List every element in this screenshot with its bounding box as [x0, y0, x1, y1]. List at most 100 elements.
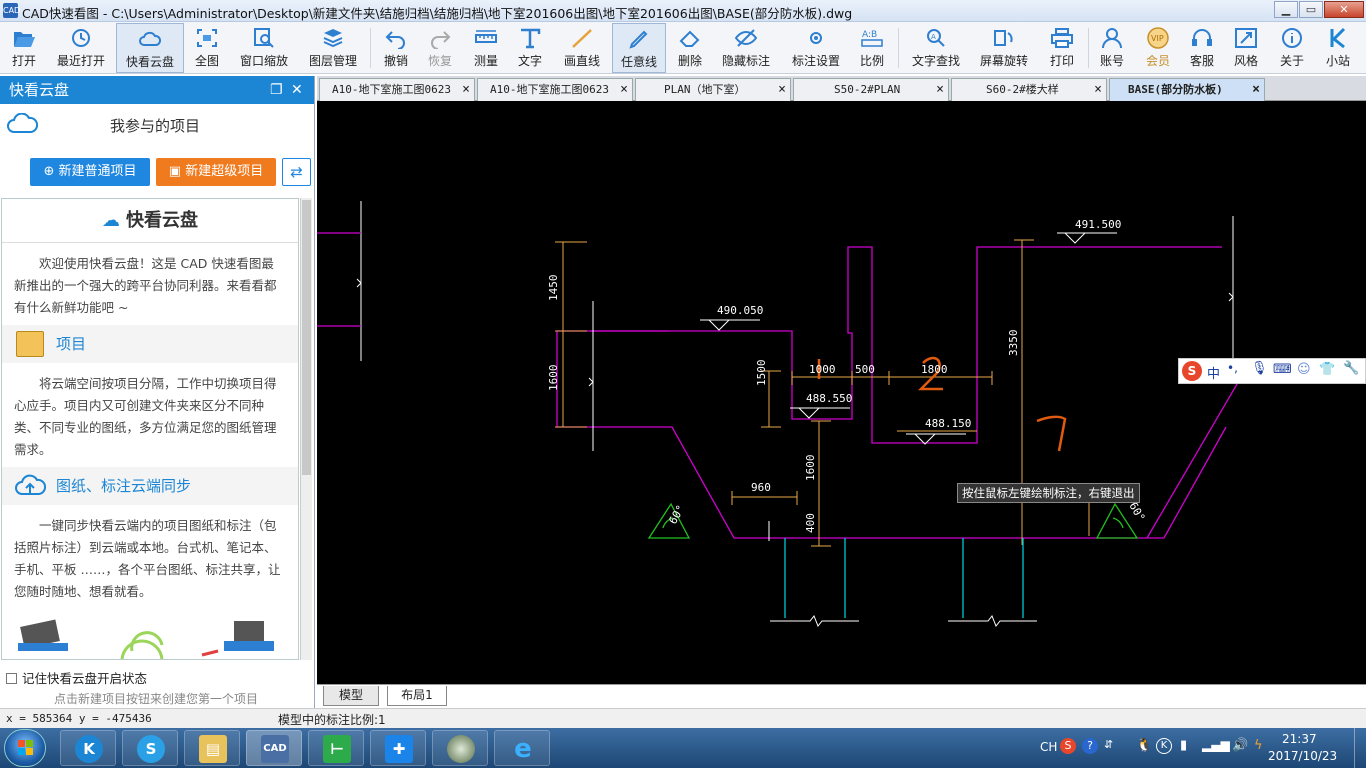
- qq-icon[interactable]: 🐧: [1136, 738, 1152, 753]
- sync-icon[interactable]: ⇄: [282, 158, 311, 186]
- taskbar-cad[interactable]: CAD: [246, 730, 302, 766]
- style-button[interactable]: 风格: [1228, 23, 1264, 73]
- ime-toolbar[interactable]: S 中 •, 🎙 ⌨ ☺ 👕 🔧: [1178, 358, 1366, 384]
- taskbar-explorer[interactable]: ▤: [184, 730, 240, 766]
- cad-viewport[interactable]: A10-地下室施工图0623 × A10-地下室施工图0623 × PLAN（地下室…: [317, 76, 1366, 708]
- text-button[interactable]: 文字: [512, 23, 548, 73]
- printer-icon: [1051, 28, 1073, 48]
- taskbar-app-green[interactable]: ⊢: [308, 730, 364, 766]
- restore-panel-icon[interactable]: ❐: [270, 76, 283, 104]
- tab-drawing-2[interactable]: A10-地下室施工图0623 ×: [477, 78, 633, 101]
- undo-button[interactable]: 撤销: [378, 23, 414, 73]
- punctuation-icon[interactable]: •,: [1227, 361, 1238, 375]
- sogou-tray-icon[interactable]: S: [1060, 738, 1076, 754]
- cloud-panel: 快看云盘 ❐ ✕ 我参与的项目 ⊕ 新建普通项目 ▣ 新建超级项目 ⇄ ☁ 快看云…: [0, 76, 315, 708]
- eye-hide-icon: [734, 29, 758, 47]
- draw-line-button[interactable]: 画直线: [560, 23, 604, 73]
- tab-drawing-6[interactable]: BASE(部分防水板) ×: [1109, 78, 1265, 101]
- devices-illustration: [2, 611, 298, 659]
- tab-model[interactable]: 模型: [323, 686, 379, 706]
- new-super-project-button[interactable]: ▣ 新建超级项目: [156, 158, 276, 186]
- tab-drawing-1[interactable]: A10-地下室施工图0623 ×: [319, 78, 475, 101]
- dimension-text: 400: [804, 513, 817, 533]
- tab-drawing-3[interactable]: PLAN（地下室） ×: [635, 78, 791, 101]
- taskbar-app-blue[interactable]: ✚: [370, 730, 426, 766]
- language-indicator[interactable]: CH: [1040, 740, 1057, 754]
- dimension-text: 1800: [921, 363, 948, 376]
- dimension-text: 1600: [804, 455, 817, 482]
- close-panel-icon[interactable]: ✕: [291, 76, 303, 104]
- close-tab-icon[interactable]: ×: [778, 79, 786, 100]
- clock-time[interactable]: 21:37: [1282, 732, 1317, 746]
- volume-icon[interactable]: 🔊: [1232, 738, 1248, 753]
- skin-icon[interactable]: 👕: [1319, 362, 1335, 377]
- taskbar-app-globe[interactable]: [432, 730, 488, 766]
- fit-all-button[interactable]: 全图: [188, 23, 226, 73]
- headset-icon: [1192, 29, 1212, 46]
- close-tab-icon[interactable]: ×: [462, 79, 470, 100]
- scale-button[interactable]: A:B 比例: [854, 23, 890, 73]
- vip-button[interactable]: VIP 会员: [1140, 23, 1176, 73]
- tab-drawing-4[interactable]: S50-2#PLAN ×: [793, 78, 949, 101]
- power-icon[interactable]: ϟ: [1254, 738, 1263, 753]
- ie-icon: e: [514, 734, 532, 764]
- help-icon[interactable]: ?: [1082, 738, 1098, 754]
- sogou-icon[interactable]: S: [1182, 361, 1202, 381]
- redo-button[interactable]: 恢复: [422, 23, 458, 73]
- hide-annotation-button[interactable]: 隐藏标注: [718, 23, 774, 73]
- recent-button[interactable]: 最近打开: [52, 23, 110, 73]
- network-icon[interactable]: ▂▄▆: [1202, 738, 1230, 752]
- dimension-text: 1600: [547, 365, 560, 392]
- account-button[interactable]: 账号: [1094, 23, 1130, 73]
- scrollbar-thumb[interactable]: [302, 200, 311, 475]
- new-normal-project-button[interactable]: ⊕ 新建普通项目: [30, 158, 150, 186]
- maximize-button[interactable]: ▭: [1299, 1, 1323, 18]
- mic-icon[interactable]: 🎙: [1251, 361, 1268, 376]
- layer-manager-button[interactable]: 图层管理: [304, 23, 362, 73]
- tray-arrow-icon[interactable]: ⇵: [1104, 738, 1113, 751]
- support-button[interactable]: 客服: [1184, 23, 1220, 73]
- delete-button[interactable]: 删除: [672, 23, 708, 73]
- rotate-screen-button[interactable]: 屏幕旋转: [976, 23, 1032, 73]
- close-tab-icon[interactable]: ×: [936, 79, 944, 100]
- cad-drawing: 491.500 490.050 488.550 488.150 1450 160…: [317, 201, 1248, 627]
- window-zoom-button[interactable]: 窗口缩放: [236, 23, 292, 73]
- clock-date[interactable]: 2017/10/23: [1268, 749, 1337, 763]
- taskbar-sogou[interactable]: S: [122, 730, 178, 766]
- freehand-button[interactable]: 任意线: [612, 23, 666, 73]
- title-bar: CAD CAD快速看图 - C:\Users\Administrator\Des…: [0, 0, 1366, 22]
- tab-layout1[interactable]: 布局1: [387, 686, 447, 706]
- keyboard-icon[interactable]: ⌨: [1273, 362, 1292, 377]
- start-button[interactable]: [4, 729, 46, 767]
- close-tab-icon[interactable]: ×: [1252, 79, 1260, 100]
- dimension-text: 3350: [1007, 330, 1020, 357]
- k-logo-icon: [1330, 27, 1346, 49]
- annotation-settings-button[interactable]: 标注设置: [788, 23, 844, 73]
- text-search-button[interactable]: A 文字查找: [908, 23, 964, 73]
- device-icon[interactable]: ▮: [1180, 738, 1187, 753]
- close-tab-icon[interactable]: ×: [620, 79, 628, 100]
- taskbar-ie[interactable]: e: [494, 730, 550, 766]
- station-button[interactable]: 小站: [1320, 23, 1356, 73]
- close-button[interactable]: ✕: [1324, 1, 1364, 18]
- blue-app-icon: ✚: [385, 735, 413, 763]
- elevation-text: 488.550: [806, 392, 852, 405]
- cloud-disk-button[interactable]: 快看云盘: [116, 23, 184, 73]
- ime-mode[interactable]: 中: [1207, 363, 1220, 382]
- k-tray-icon[interactable]: K: [1156, 738, 1172, 754]
- print-button[interactable]: 打印: [1044, 23, 1080, 73]
- taskbar-kuaikan[interactable]: K: [60, 730, 116, 766]
- text-search-icon: A: [927, 29, 945, 47]
- measure-button[interactable]: 测量: [468, 23, 504, 73]
- close-tab-icon[interactable]: ×: [1094, 79, 1102, 100]
- user-icon[interactable]: ☺: [1297, 362, 1311, 377]
- open-button[interactable]: 打开: [2, 23, 46, 73]
- show-desktop-button[interactable]: [1354, 728, 1366, 768]
- tab-drawing-5[interactable]: S60-2#楼大样 ×: [951, 78, 1107, 101]
- wrench-icon[interactable]: 🔧: [1343, 361, 1359, 376]
- minimize-button[interactable]: ▁: [1274, 1, 1298, 18]
- about-button[interactable]: 关于: [1274, 23, 1310, 73]
- remember-checkbox[interactable]: [6, 673, 17, 684]
- panel-scrollbar[interactable]: [300, 198, 312, 660]
- elevation-text: 488.150: [925, 417, 971, 430]
